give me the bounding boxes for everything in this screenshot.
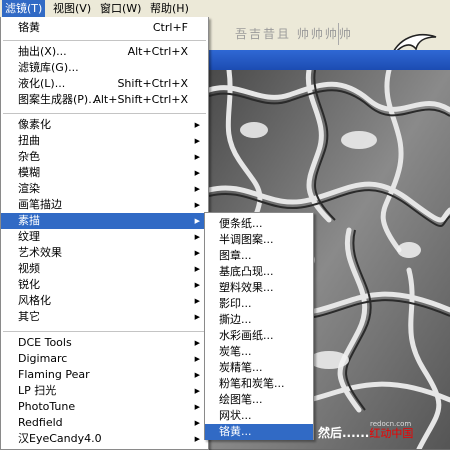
menu-bar: 滤镜(T) 视图(V) 窗口(W) 帮助(H) xyxy=(0,0,450,18)
submenu-arrow-icon: ▶ xyxy=(194,233,200,241)
site-url: redocn.com xyxy=(370,420,412,428)
submenu-item-conte-crayon[interactable]: 炭精笔... xyxy=(205,360,313,376)
submenu-item-note-paper[interactable]: 便条纸... xyxy=(205,216,313,232)
menu-help[interactable]: 帮助(H) xyxy=(147,0,192,17)
submenu-arrow-icon: ▶ xyxy=(194,265,200,273)
submenu-item-plaster[interactable]: 塑料效果... xyxy=(205,280,313,296)
align-buttons[interactable]: 吾吉昔且 帅帅帅帅 xyxy=(235,25,353,42)
submenu-arrow-icon: ▶ xyxy=(194,201,200,209)
submenu-arrow-icon: ▶ xyxy=(194,153,200,161)
submenu-item-chrome[interactable]: 铬黄... xyxy=(205,424,313,440)
menu-item-texture[interactable]: 纹理 ▶ xyxy=(1,229,208,245)
menu-item-redfield[interactable]: Redfield ▶ xyxy=(1,415,208,431)
submenu-arrow-icon: ▶ xyxy=(194,185,200,193)
submenu-arrow-icon: ▶ xyxy=(194,297,200,305)
menu-item-extract[interactable]: 抽出(X)... Alt+Ctrl+X xyxy=(1,44,208,60)
menu-item-last-filter[interactable]: 铬黄 Ctrl+F xyxy=(1,20,208,36)
submenu-item-photocopy[interactable]: 影印... xyxy=(205,296,313,312)
menu-item-eyecandy[interactable]: 汉EyeCandy4.0 ▶ xyxy=(1,431,208,447)
submenu-item-water-paper[interactable]: 水彩画纸... xyxy=(205,328,313,344)
toolbar-divider xyxy=(338,23,339,45)
menu-item-sketch[interactable]: 素描 ▶ xyxy=(1,213,208,229)
submenu-arrow-icon: ▶ xyxy=(194,169,200,177)
submenu-arrow-icon: ▶ xyxy=(194,403,200,411)
submenu-item-halftone-pattern[interactable]: 半调图案... xyxy=(205,232,313,248)
menu-item-blur[interactable]: 模糊 ▶ xyxy=(1,165,208,181)
menu-item-render[interactable]: 渲染 ▶ xyxy=(1,181,208,197)
filter-menu: 铬黄 Ctrl+F 抽出(X)... Alt+Ctrl+X 滤镜库(G)... … xyxy=(0,17,209,450)
menu-item-phototune[interactable]: PhotoTune ▶ xyxy=(1,399,208,415)
submenu-arrow-icon: ▶ xyxy=(194,355,200,363)
menu-item-distort[interactable]: 扭曲 ▶ xyxy=(1,133,208,149)
menu-item-brush-strokes[interactable]: 画笔描边 ▶ xyxy=(1,197,208,213)
menu-item-filter-gallery[interactable]: 滤镜库(G)... xyxy=(1,60,208,76)
document-title-bar xyxy=(209,50,450,70)
menu-separator xyxy=(3,113,206,114)
menu-item-noise[interactable]: 杂色 ▶ xyxy=(1,149,208,165)
submenu-arrow-icon: ▶ xyxy=(194,371,200,379)
submenu-arrow-icon: ▶ xyxy=(194,217,200,225)
submenu-arrow-icon: ▶ xyxy=(194,419,200,427)
submenu-item-torn-edges[interactable]: 撕边... xyxy=(205,312,313,328)
submenu-arrow-icon: ▶ xyxy=(194,281,200,289)
menu-item-stylize[interactable]: 风格化 ▶ xyxy=(1,293,208,309)
menu-item-pattern-maker[interactable]: 图案生成器(P)... Alt+Shift+Ctrl+X xyxy=(1,92,208,108)
menu-item-other[interactable]: 其它 ▶ xyxy=(1,309,208,325)
submenu-item-reticulation[interactable]: 网状... xyxy=(205,408,313,424)
menu-item-flaming-pear[interactable]: Flaming Pear ▶ xyxy=(1,367,208,383)
watermark: 然后......红动中国 redocn.com xyxy=(318,420,413,442)
submenu-item-charcoal[interactable]: 炭笔... xyxy=(205,344,313,360)
submenu-item-bas-relief[interactable]: 基底凸现... xyxy=(205,264,313,280)
menu-item-artistic[interactable]: 艺术效果 ▶ xyxy=(1,245,208,261)
submenu-item-chalk-charcoal[interactable]: 粉笔和炭笔... xyxy=(205,376,313,392)
menu-window[interactable]: 窗口(W) xyxy=(97,0,144,17)
menu-item-dce-tools[interactable]: DCE Tools ▶ xyxy=(1,335,208,351)
submenu-arrow-icon: ▶ xyxy=(194,313,200,321)
menu-view[interactable]: 视图(V) xyxy=(50,0,94,17)
menu-item-lp-sweep[interactable]: LP 扫光 ▶ xyxy=(1,383,208,399)
menu-item-liquify[interactable]: 液化(L)... Shift+Ctrl+X xyxy=(1,76,208,92)
submenu-arrow-icon: ▶ xyxy=(194,137,200,145)
submenu-arrow-icon: ▶ xyxy=(194,121,200,129)
submenu-arrow-icon: ▶ xyxy=(194,249,200,257)
submenu-arrow-icon: ▶ xyxy=(194,339,200,347)
submenu-item-graphic-pen[interactable]: 绘图笔... xyxy=(205,392,313,408)
menu-separator xyxy=(3,40,206,41)
menu-item-video[interactable]: 视频 ▶ xyxy=(1,261,208,277)
menu-item-digimarc[interactable]: Digimarc ▶ xyxy=(1,351,208,367)
submenu-item-stamp[interactable]: 图章... xyxy=(205,248,313,264)
caption-text: 然后...... xyxy=(318,426,370,440)
sketch-submenu: 便条纸... 半调图案... 图章... 基底凸现... 塑料效果... 影印.… xyxy=(204,212,314,440)
menu-filter[interactable]: 滤镜(T) xyxy=(2,0,46,17)
menu-separator xyxy=(3,331,206,332)
submenu-arrow-icon: ▶ xyxy=(194,387,200,395)
submenu-arrow-icon: ▶ xyxy=(194,435,200,443)
menu-item-pixelate[interactable]: 像素化 ▶ xyxy=(1,117,208,133)
menu-item-sharpen[interactable]: 锐化 ▶ xyxy=(1,277,208,293)
